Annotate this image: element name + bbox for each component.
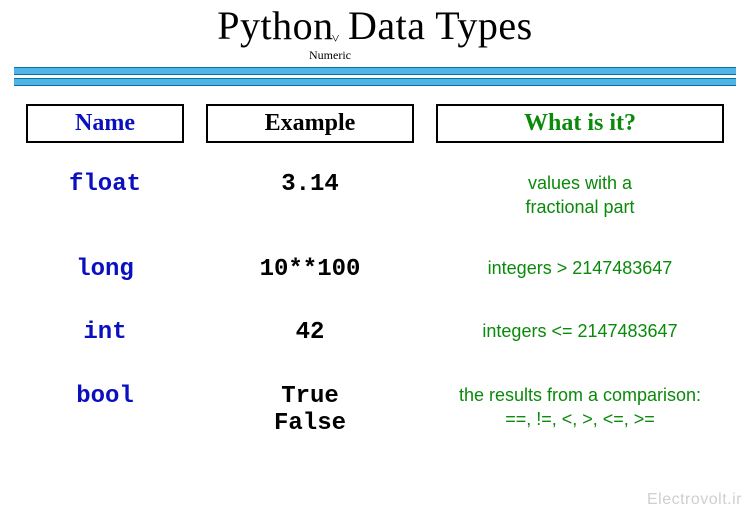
divider-group (0, 67, 750, 86)
caret-down-icon: ˅ (332, 32, 340, 47)
type-description: integers <= 2147483647 (430, 305, 730, 369)
divider-line (14, 67, 736, 75)
page-subtitle: Numeric (0, 48, 750, 63)
header-whatisit: What is it? (436, 104, 724, 143)
header-name: Name (26, 104, 184, 143)
watermark: Electrovolt.ir (647, 491, 742, 509)
data-types-table: Name Example What is it? float 3.14 valu… (0, 104, 750, 460)
page-title-part1: Python (217, 3, 333, 48)
header-example: Example (206, 104, 414, 143)
type-example: True False (200, 369, 420, 460)
type-example: 3.14 (200, 157, 420, 242)
type-description: values with a fractional part (430, 157, 730, 242)
type-name: float (20, 157, 190, 242)
page-title-part2: Data Types (338, 3, 533, 48)
type-example: 10**100 (200, 242, 420, 306)
type-description: integers > 2147483647 (430, 242, 730, 306)
type-name: bool (20, 369, 190, 460)
type-name: long (20, 242, 190, 306)
title-block: Python˅ Data Types Numeric (0, 2, 750, 49)
slide: Python˅ Data Types Numeric Name Example … (0, 2, 750, 513)
type-description: the results from a comparison: ==, !=, <… (430, 369, 730, 460)
type-example: 42 (200, 305, 420, 369)
divider-line (14, 78, 736, 86)
type-name: int (20, 305, 190, 369)
